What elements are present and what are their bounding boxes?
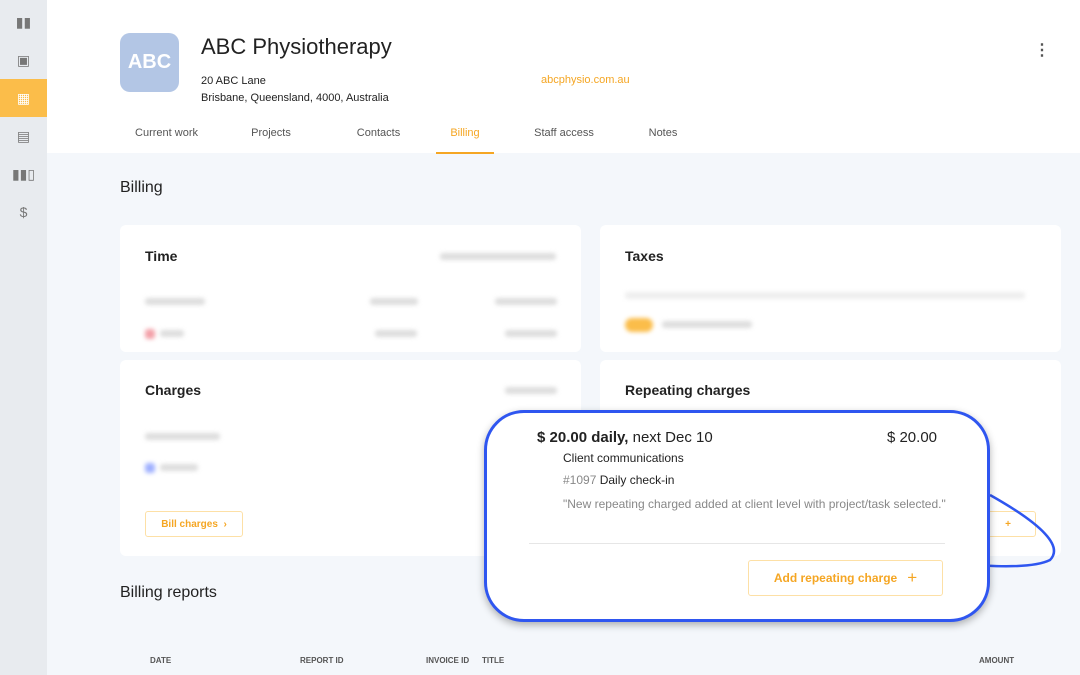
tab-current-work[interactable]: Current work (120, 118, 213, 154)
repeating-charges-title: Repeating charges (625, 382, 751, 398)
client-address: 20 ABC Lane Brisbane, Queensland, 4000, A… (201, 73, 389, 107)
time-title: Time (145, 248, 178, 264)
calendar-icon[interactable]: ▣ (0, 41, 47, 79)
website-link[interactable]: abcphysio.com.au (541, 74, 630, 86)
chevron-right-icon: › (223, 518, 227, 530)
next-date: next Dec 10 (628, 429, 713, 446)
time-card: Time (120, 225, 581, 352)
tab-projects[interactable]: Projects (221, 118, 321, 154)
column-amount[interactable]: AMOUNT (979, 656, 1014, 665)
more-options-icon[interactable]: ⋮ (1034, 40, 1050, 60)
status-dot (145, 329, 155, 339)
blurred-text (495, 298, 557, 305)
billing-heading: Billing (120, 179, 163, 196)
billing-reports-heading: Billing reports (120, 584, 217, 601)
charge-total: $ 20.00 (886, 429, 937, 446)
client-header: ABC ABC Physiotherapy 20 ABC Lane Brisban… (47, 0, 1080, 154)
task-id: #1097 (563, 473, 597, 487)
building-icon[interactable]: ▦ (0, 79, 47, 117)
blurred-text (160, 330, 184, 337)
blurred-text (160, 464, 198, 471)
client-logo: ABC (120, 33, 179, 92)
bill-charges-button[interactable]: Bill charges › (145, 511, 243, 537)
tab-contacts[interactable]: Contacts (331, 118, 426, 154)
blurred-text (505, 330, 557, 337)
plus-icon: + (907, 568, 918, 587)
column-date[interactable]: DATE (150, 656, 171, 665)
column-invoice-id[interactable]: INVOICE ID (426, 656, 469, 665)
charge-note: "New repeating charged added at client l… (563, 497, 946, 511)
add-repeating-charge-label: Add repeating charge (773, 571, 898, 585)
status-dot (145, 463, 155, 473)
address-line2: Brisbane, Queensland, 4000, Australia (201, 92, 389, 104)
divider (529, 543, 945, 544)
taxes-title: Taxes (625, 248, 664, 264)
add-repeating-charge-button[interactable]: Add repeating charge + (748, 560, 943, 596)
address-line1: 20 ABC Lane (201, 75, 266, 87)
blurred-text (145, 433, 220, 440)
column-title[interactable]: TITLE (482, 656, 504, 665)
clipboard-icon[interactable]: ▤ (0, 117, 47, 155)
charge-amount: $ 20.00 daily, (537, 429, 629, 446)
repeating-charge-callout: $ 20.00 daily, next Dec 10 $ 20.00 Clien… (484, 410, 990, 622)
taxes-card: Taxes (600, 225, 1061, 352)
client-name: ABC Physiotherapy (201, 34, 392, 59)
task-name: Daily check-in (599, 473, 675, 487)
tab-billing[interactable]: Billing (436, 118, 494, 154)
blurred-text (440, 253, 556, 260)
dollar-icon[interactable]: $ (0, 193, 47, 231)
timeline-icon[interactable]: ▮▮ (0, 3, 47, 41)
blurred-text (145, 298, 205, 305)
charge-summary: $ 20.00 daily, next Dec 10 (537, 429, 713, 446)
charges-title: Charges (145, 382, 202, 398)
bill-charges-label: Bill charges (161, 518, 218, 530)
blurred-text (370, 298, 418, 305)
charge-client: Client communications (563, 451, 684, 465)
tax-toggle[interactable] (625, 318, 653, 332)
tab-staff-access[interactable]: Staff access (514, 118, 614, 154)
blurred-text (662, 321, 752, 328)
sidebar: ▮▮ ▣ ▦ ▤ ▮▮▯ $ (0, 0, 47, 675)
blurred-text (505, 387, 557, 394)
blurred-text (625, 292, 1025, 299)
blurred-text (375, 330, 417, 337)
tab-notes[interactable]: Notes (628, 118, 698, 154)
column-report-id[interactable]: REPORT ID (300, 656, 344, 665)
tabs: Current work Projects Contacts Billing S… (120, 118, 698, 154)
bar-chart-icon[interactable]: ▮▮▯ (0, 155, 47, 193)
charge-task[interactable]: #1097 Daily check-in (563, 473, 674, 487)
